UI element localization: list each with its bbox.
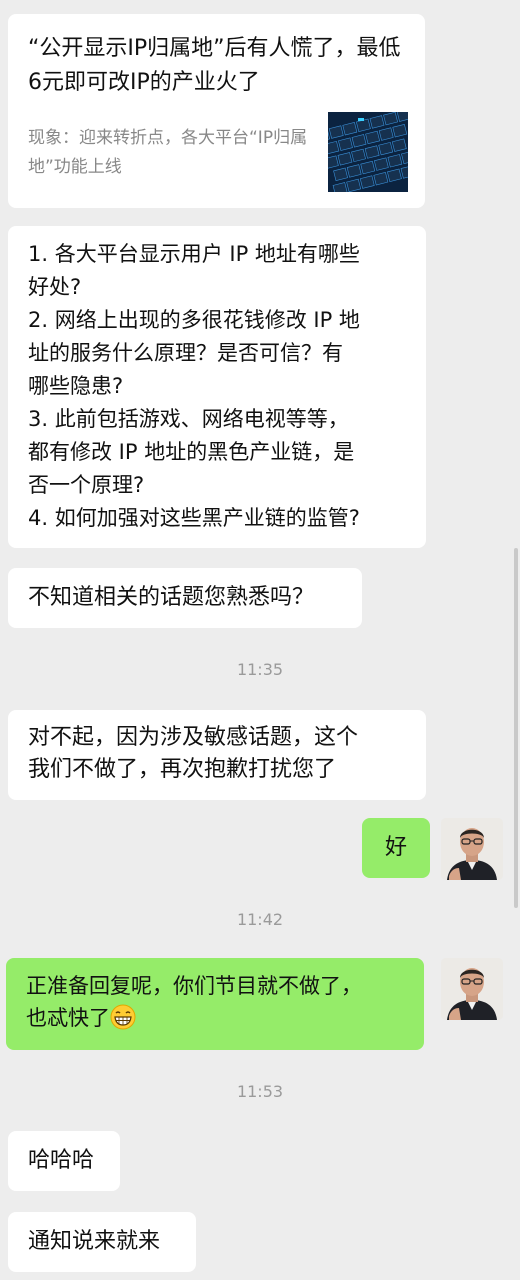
avatar[interactable] — [441, 818, 503, 880]
reply-text-line: 正准备回复呢，你们节目就不做了， — [26, 974, 362, 998]
sorry-text-line: 我们不做了，再次抱歉打扰您了 — [28, 757, 337, 782]
question-line: 否一个原理? — [28, 473, 145, 497]
ok-text: 好 — [384, 835, 407, 860]
question-line: 好处? — [28, 275, 82, 299]
question-line: 2. 网络上出现的多很花钱修改 IP 地 — [28, 308, 360, 332]
link-card-title: “公开显示IP归属地”后有人慌了，最低6元即可改IP的产业火了 — [28, 36, 401, 95]
question-line: 3. 此前包括游戏、网络电视等等， — [28, 407, 349, 431]
link-card-description: 现象：迎来转折点，各大平台“IP归属地”功能上线 — [28, 128, 308, 177]
questions-message[interactable]: 1. 各大平台显示用户 IP 地址有哪些 好处? 2. 网络上出现的多很花钱修改… — [8, 226, 426, 548]
familiar-text: 不知道相关的话题您熟悉吗？ — [28, 585, 315, 610]
familiar-message[interactable]: 不知道相关的话题您熟悉吗？ — [8, 568, 362, 628]
question-line: 哪些隐患? — [28, 374, 124, 398]
avatar[interactable] — [441, 958, 503, 1020]
reply-message[interactable]: 正准备回复呢，你们节目就不做了， 也忒快了 — [6, 958, 424, 1050]
haha-message[interactable]: 哈哈哈 — [8, 1131, 120, 1191]
timestamp: 11:42 — [236, 910, 284, 929]
timestamp: 11:35 — [236, 660, 284, 679]
man-portrait-icon — [441, 958, 503, 1020]
haha-text: 哈哈哈 — [28, 1148, 95, 1173]
question-line: 都有修改 IP 地址的黑色产业链，是 — [28, 440, 355, 464]
question-line: 4. 如何加强对这些黑产业链的监管? — [28, 506, 360, 530]
timestamp: 11:53 — [236, 1082, 284, 1101]
question-line: 1. 各大平台显示用户 IP 地址有哪些 — [28, 242, 360, 266]
notice-message[interactable]: 通知说来就来 — [8, 1212, 196, 1272]
sorry-text-line: 对不起，因为涉及敏感话题，这个 — [28, 725, 359, 750]
man-portrait-icon — [441, 818, 503, 880]
reply-text-line-2: 也忒快了 — [26, 1002, 424, 1034]
scrollbar[interactable] — [514, 548, 518, 908]
sorry-message[interactable]: 对不起，因为涉及敏感话题，这个 我们不做了，再次抱歉打扰您了 — [8, 710, 426, 800]
grinning-face-icon — [110, 1004, 136, 1030]
keyboard-photo-icon — [328, 112, 408, 192]
link-card[interactable]: “公开显示IP归属地”后有人慌了，最低6元即可改IP的产业火了 现象：迎来转折点… — [8, 14, 425, 208]
question-line: 址的服务什么原理？是否可信？有 — [28, 341, 343, 365]
notice-text: 通知说来就来 — [28, 1229, 161, 1254]
ok-message[interactable]: 好 — [362, 818, 430, 878]
